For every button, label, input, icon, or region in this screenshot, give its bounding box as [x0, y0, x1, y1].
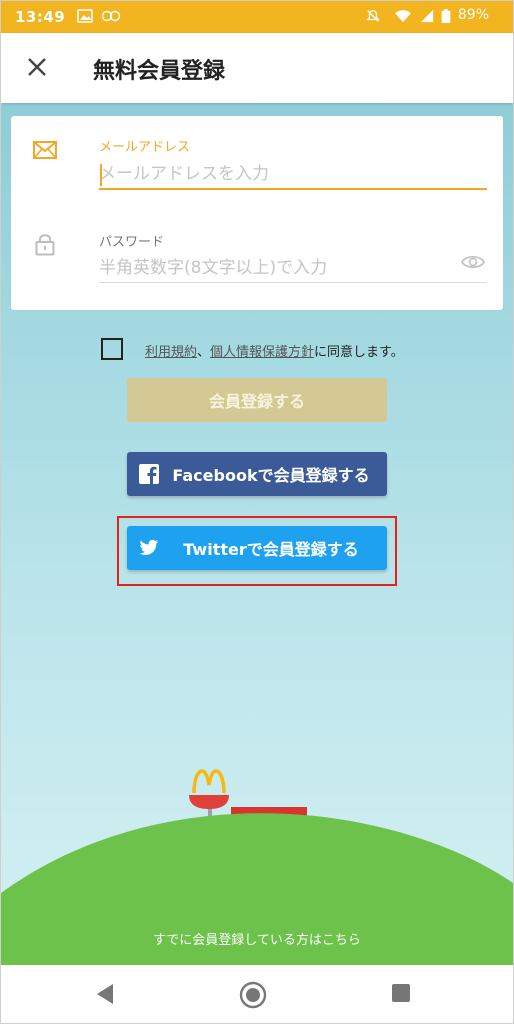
agreement-row: 利用規約、個人情報保護方針に同意します。: [101, 337, 481, 361]
agree-checkbox[interactable]: [101, 338, 123, 360]
close-icon[interactable]: [23, 53, 51, 81]
screen: 13:49 89% 無料会員登録 メールアドレス メールアドレスを入力 パスワー…: [0, 0, 514, 1024]
status-bar: 13:49 89%: [1, 1, 513, 33]
agreement-text: 利用規約、個人情報保護方針に同意します。: [145, 341, 404, 360]
twitter-register-button[interactable]: Twitterで会員登録する: [127, 526, 387, 570]
battery-icon: [441, 9, 451, 23]
home-icon[interactable]: [239, 981, 267, 1009]
register-button-label: 会員登録する: [208, 392, 305, 411]
agreement-suffix: に同意します。: [314, 345, 404, 360]
agreement-separator: 、: [197, 345, 211, 360]
lock-icon: [35, 234, 55, 256]
privacy-policy-link[interactable]: 個人情報保護方針: [210, 345, 314, 360]
mail-icon: [33, 141, 57, 159]
eye-icon[interactable]: [461, 254, 485, 270]
status-time: 13:49: [15, 8, 66, 26]
main-content: メールアドレス パスワード 利用規約、個人情報保護方針に同意します。 会員登録す…: [1, 103, 513, 965]
already-registered-link[interactable]: すでに会員登録している方はこちら: [1, 929, 513, 948]
facebook-icon: [139, 464, 159, 484]
twitter-button-label: Twitterで会員登録する: [183, 540, 359, 559]
login-form-card: メールアドレス パスワード: [11, 116, 503, 310]
password-input[interactable]: [99, 254, 487, 283]
email-input[interactable]: [99, 160, 487, 190]
terms-link[interactable]: 利用規約: [145, 345, 197, 360]
image-icon: [77, 9, 93, 23]
page-title: 無料会員登録: [93, 59, 226, 84]
bluetooth-tag-icon: [101, 10, 121, 22]
email-label: メールアドレス: [99, 140, 191, 155]
signal-icon: [420, 9, 434, 23]
text-cursor: [100, 164, 102, 186]
battery-percent: 89%: [457, 7, 489, 23]
register-button[interactable]: 会員登録する: [127, 378, 387, 422]
facebook-register-button[interactable]: Facebookで会員登録する: [127, 452, 387, 496]
mute-icon: [366, 10, 380, 22]
wifi-icon: [395, 10, 411, 23]
back-icon[interactable]: [95, 983, 115, 1005]
password-label: パスワード: [99, 235, 165, 250]
recent-apps-icon[interactable]: [391, 983, 411, 1003]
twitter-icon: [139, 539, 159, 555]
facebook-button-label: Facebookで会員登録する: [172, 466, 370, 485]
app-bar: 無料会員登録: [1, 33, 513, 103]
navigation-bar: [1, 965, 513, 1023]
